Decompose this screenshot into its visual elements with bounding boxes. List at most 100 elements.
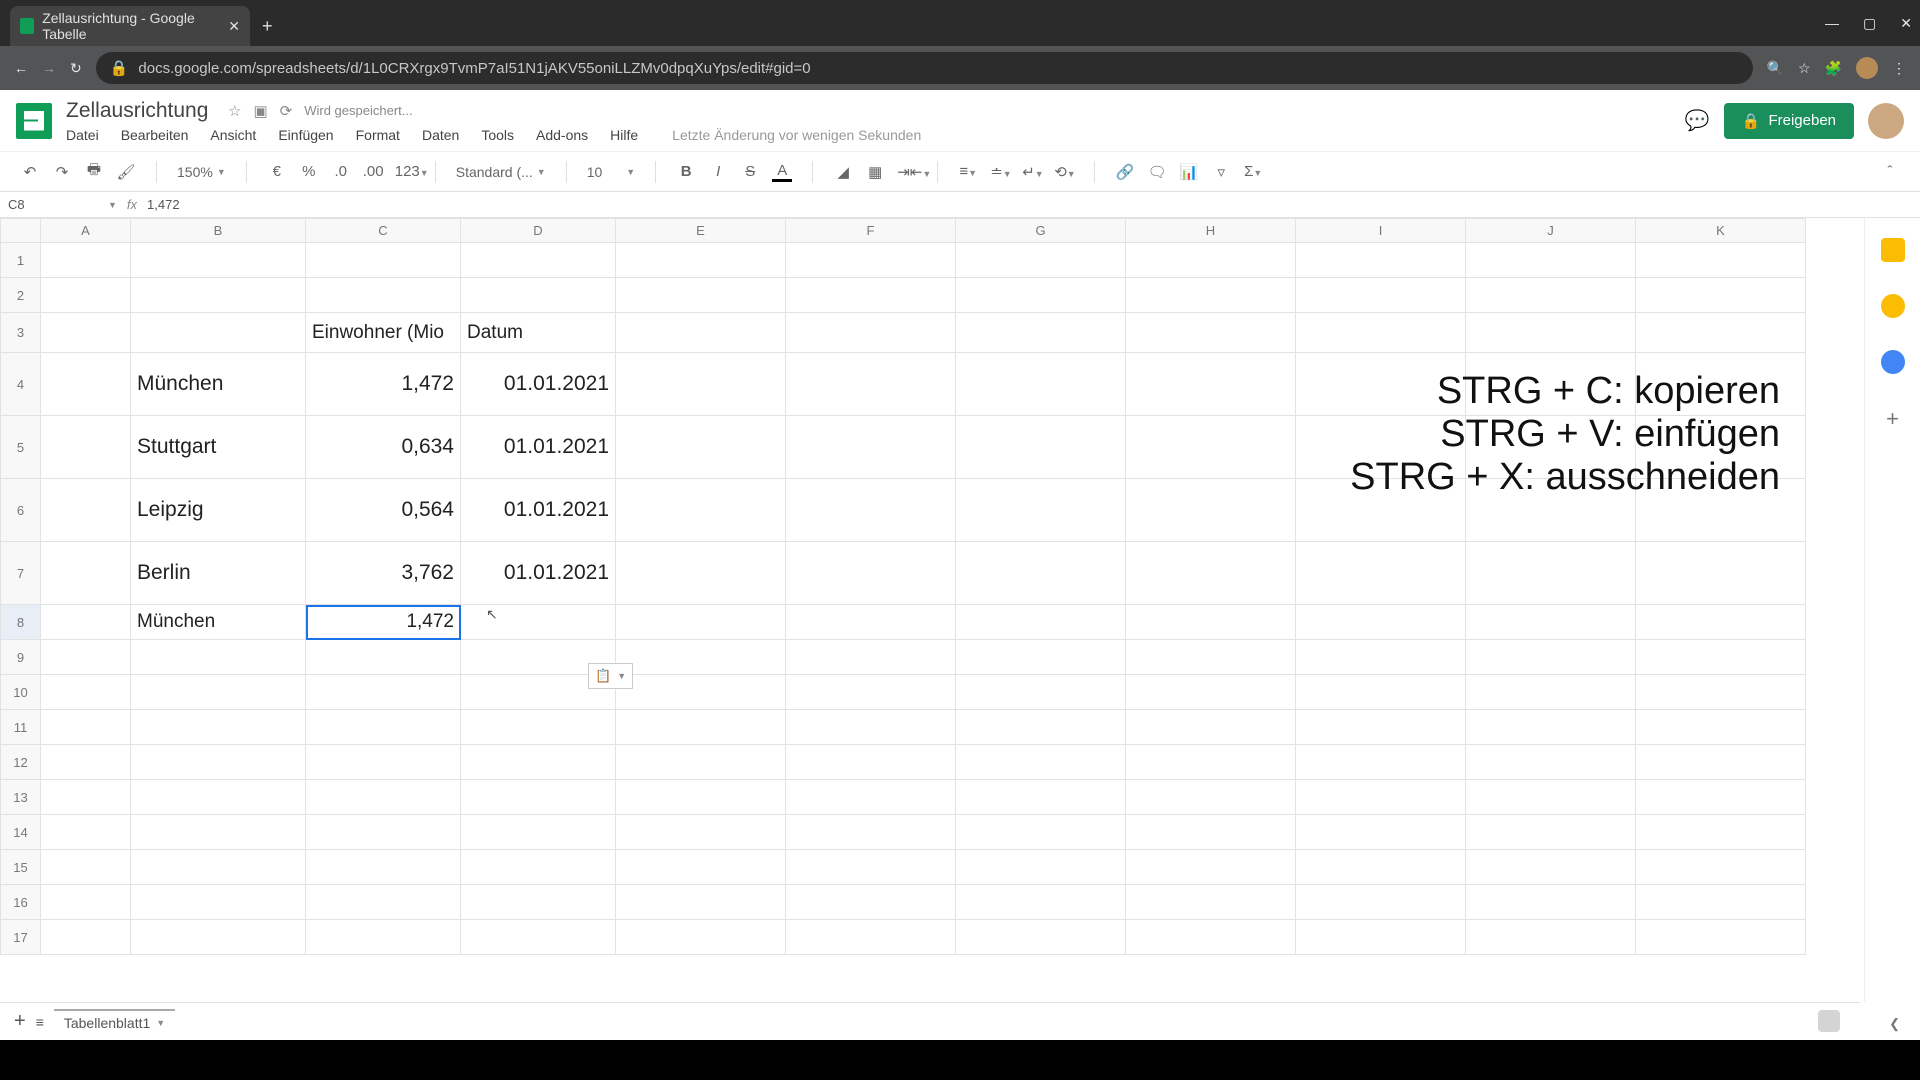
close-tab-icon[interactable]: ✕	[228, 18, 240, 35]
filter-icon[interactable]: ▿	[1211, 163, 1231, 181]
name-box[interactable]	[8, 197, 98, 212]
row-header[interactable]: 5	[1, 416, 41, 479]
col-header-G[interactable]: G	[956, 219, 1126, 243]
move-folder-icon[interactable]: ▣	[253, 102, 267, 120]
cell-D6[interactable]: 01.01.2021	[461, 479, 616, 542]
currency-icon[interactable]: €	[267, 163, 287, 180]
select-all-corner[interactable]	[1, 219, 41, 243]
strike-icon[interactable]: S	[740, 163, 760, 180]
row-header[interactable]: 13	[1, 780, 41, 815]
menu-tools[interactable]: Tools	[481, 127, 514, 143]
zoom-indicator-icon[interactable]: 🔍	[1767, 60, 1784, 77]
last-edit-text[interactable]: Letzte Änderung vor wenigen Sekunden	[672, 127, 921, 143]
cell-C8-selected[interactable]: 1,472	[306, 605, 461, 640]
link-icon[interactable]: 🔗	[1115, 163, 1135, 181]
extensions-icon[interactable]: 🧩	[1825, 60, 1842, 77]
functions-icon[interactable]: Σ▼	[1243, 163, 1263, 180]
cell-C7[interactable]: 3,762	[306, 542, 461, 605]
rotate-icon[interactable]: ⟲▼	[1054, 163, 1074, 181]
cell-C3[interactable]: Einwohner (Mio	[306, 313, 461, 353]
browser-tab[interactable]: Zellausrichtung - Google Tabelle ✕	[10, 6, 250, 46]
comments-icon[interactable]: 💬	[1685, 108, 1710, 133]
back-icon[interactable]: ←	[14, 60, 28, 76]
cell-B4[interactable]: München	[131, 353, 306, 416]
comment-icon[interactable]: 🗨	[1147, 163, 1167, 181]
more-formats[interactable]: 123▼	[395, 163, 415, 180]
sheet-tab[interactable]: Tabellenblatt1 ▼	[54, 1009, 175, 1035]
row-header[interactable]: 3	[1, 313, 41, 353]
bold-icon[interactable]: B	[676, 163, 696, 180]
row-header[interactable]: 14	[1, 815, 41, 850]
window-minimize-icon[interactable]: —	[1825, 15, 1839, 31]
cell-D4[interactable]: 01.01.2021	[461, 353, 616, 416]
col-header-A[interactable]: A	[41, 219, 131, 243]
font-size-select[interactable]: 10▼	[587, 164, 636, 180]
row-header[interactable]: 8	[1, 605, 41, 640]
valign-icon[interactable]: ≐▼	[990, 163, 1010, 181]
row-header[interactable]: 4	[1, 353, 41, 416]
tasks-icon[interactable]	[1881, 350, 1905, 374]
halign-icon[interactable]: ≡▼	[958, 163, 978, 180]
menu-addons[interactable]: Add-ons	[536, 127, 588, 143]
add-panel-icon[interactable]: +	[1881, 406, 1905, 430]
col-header-I[interactable]: I	[1296, 219, 1466, 243]
menu-ansicht[interactable]: Ansicht	[210, 127, 256, 143]
row-header[interactable]: 9	[1, 640, 41, 675]
merge-icon[interactable]: ⇥⇤▼	[897, 163, 917, 181]
text-color-icon[interactable]: A	[772, 162, 792, 182]
col-header-E[interactable]: E	[616, 219, 786, 243]
collapse-toolbar-icon[interactable]: ˆ	[1880, 163, 1900, 180]
italic-icon[interactable]: I	[708, 163, 728, 180]
sheets-logo[interactable]	[16, 103, 52, 139]
fill-color-icon[interactable]: ◢	[833, 163, 853, 181]
wrap-icon[interactable]: ↵▼	[1022, 163, 1042, 181]
decrease-decimal-icon[interactable]: .0	[331, 163, 351, 180]
menu-hilfe[interactable]: Hilfe	[610, 127, 638, 143]
col-header-C[interactable]: C	[306, 219, 461, 243]
redo-icon[interactable]: ↷	[52, 163, 72, 181]
cell-B7[interactable]: Berlin	[131, 542, 306, 605]
percent-icon[interactable]: %	[299, 163, 319, 180]
row-header[interactable]: 12	[1, 745, 41, 780]
borders-icon[interactable]: ▦	[865, 163, 885, 181]
chart-icon[interactable]: 📊	[1179, 163, 1199, 181]
cell-B5[interactable]: Stuttgart	[131, 416, 306, 479]
row-header[interactable]: 16	[1, 885, 41, 920]
window-maximize-icon[interactable]: ▢	[1863, 15, 1876, 32]
paste-options-dropdown[interactable]: 📋▼	[588, 663, 633, 689]
menu-format[interactable]: Format	[356, 127, 400, 143]
row-header[interactable]: 6	[1, 479, 41, 542]
show-side-panel-icon[interactable]: ❮	[1889, 1016, 1900, 1032]
cell-D7[interactable]: 01.01.2021	[461, 542, 616, 605]
cell-D3[interactable]: Datum	[461, 313, 616, 353]
col-header-H[interactable]: H	[1126, 219, 1296, 243]
print-icon[interactable]: 🖶	[84, 159, 104, 184]
cloud-status-icon[interactable]: ⟳	[280, 102, 293, 120]
col-header-F[interactable]: F	[786, 219, 956, 243]
sheet-tab-menu-icon[interactable]: ▼	[156, 1018, 165, 1028]
profile-avatar[interactable]	[1856, 57, 1878, 79]
row-header[interactable]: 17	[1, 920, 41, 955]
menu-dots-icon[interactable]: ⋮	[1892, 60, 1906, 77]
formula-value[interactable]: 1,472	[147, 197, 180, 212]
row-header[interactable]: 10	[1, 675, 41, 710]
explore-button[interactable]	[1818, 1010, 1840, 1032]
row-header[interactable]: 11	[1, 710, 41, 745]
forward-icon[interactable]: →	[42, 60, 56, 76]
share-button[interactable]: 🔒 Freigeben	[1724, 103, 1854, 139]
cell-C6[interactable]: 0,564	[306, 479, 461, 542]
row-header[interactable]: 7	[1, 542, 41, 605]
window-close-icon[interactable]: ✕	[1900, 15, 1912, 32]
col-header-K[interactable]: K	[1636, 219, 1806, 243]
star-icon[interactable]: ☆	[1798, 60, 1811, 77]
zoom-select[interactable]: 150%▼	[177, 164, 226, 180]
cell-C4[interactable]: 1,472	[306, 353, 461, 416]
undo-icon[interactable]: ↶	[20, 163, 40, 181]
increase-decimal-icon[interactable]: .00	[363, 163, 383, 180]
all-sheets-icon[interactable]: ≡	[36, 1014, 44, 1030]
cell-D5[interactable]: 01.01.2021	[461, 416, 616, 479]
paint-format-icon[interactable]: 🖌	[116, 163, 136, 181]
star-outline-icon[interactable]: ☆	[228, 102, 241, 120]
spreadsheet-grid[interactable]: A B C D E F G H I J K 1 2 3Einwohner (Mi…	[0, 218, 1806, 955]
menu-datei[interactable]: Datei	[66, 127, 99, 143]
